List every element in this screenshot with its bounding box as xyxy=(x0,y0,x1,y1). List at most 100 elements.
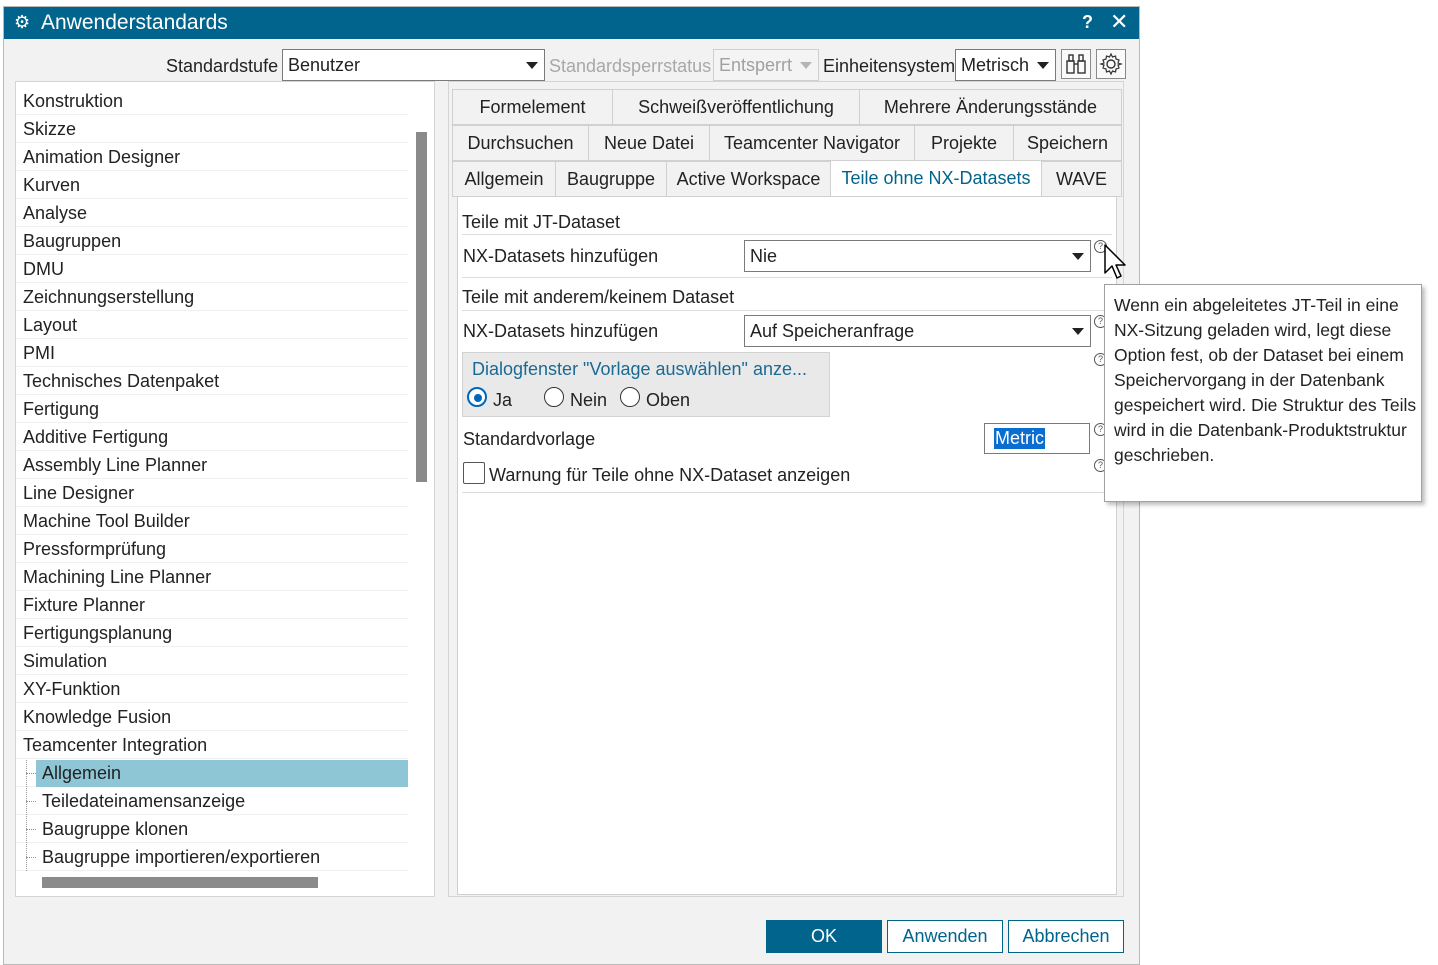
einheitensystem-label: Einheitensystem xyxy=(823,56,956,76)
tab-wave[interactable]: WAVE xyxy=(1041,161,1122,197)
standardstufe-dropdown[interactable]: Benutzer xyxy=(282,49,545,81)
tab-projekte[interactable]: Projekte xyxy=(914,125,1014,161)
tab-mehrere-aenderungsstaende[interactable]: Mehrere Änderungsstände xyxy=(859,89,1122,125)
radio-oben-label[interactable]: Oben xyxy=(646,390,690,411)
warning-checkbox-label[interactable]: Warnung für Teile ohne NX-Dataset anzeig… xyxy=(489,465,850,486)
other-add-datasets-dropdown[interactable]: Auf Speicheranfrage xyxy=(744,315,1091,347)
tree-item[interactable]: Fertigungsplanung xyxy=(16,620,408,647)
binoculars-button[interactable] xyxy=(1061,49,1091,79)
tree-child-item[interactable]: Teiledateinamensanzeige xyxy=(16,788,408,815)
tab-formelement[interactable]: Formelement xyxy=(452,89,613,125)
tree-item[interactable]: XY-Funktion xyxy=(16,676,408,703)
tree-item[interactable]: Line Designer xyxy=(16,480,408,507)
title-bar[interactable]: ⚙ Anwenderstandards ? ✕ xyxy=(4,7,1139,39)
standardstufe-value: Benutzer xyxy=(288,55,361,75)
other-add-datasets-value: Auf Speicheranfrage xyxy=(750,321,915,341)
tab-durchsuchen[interactable]: Durchsuchen xyxy=(452,125,589,161)
cancel-button[interactable]: Abbrechen xyxy=(1008,920,1124,953)
section-divider xyxy=(462,492,1112,493)
select-template-group-title[interactable]: Dialogfenster "Vorlage auswählen" anze..… xyxy=(472,359,807,380)
other-add-datasets-label: NX-Datasets hinzufügen xyxy=(463,321,659,341)
tree-item-label: Fixture Planner xyxy=(23,595,146,615)
template-input-value: Metric xyxy=(994,428,1045,449)
jt-add-datasets-label: NX-Datasets hinzufügen xyxy=(463,246,659,266)
tree-item[interactable]: Skizze xyxy=(16,116,408,143)
category-tree[interactable]: Konstruktion Skizze Animation Designer Kurv… xyxy=(15,81,435,897)
tree-item[interactable]: DMU xyxy=(16,256,408,283)
tree-vertical-scrollbar[interactable] xyxy=(416,132,427,482)
help-button[interactable]: ? xyxy=(1082,12,1093,33)
tab-allgemein[interactable]: Allgemein xyxy=(452,161,556,197)
tree-item-label: Machining Line Planner xyxy=(23,567,212,587)
tab-speichern[interactable]: Speichern xyxy=(1013,125,1122,161)
settings-button[interactable] xyxy=(1096,49,1126,79)
tree-connector xyxy=(26,857,36,858)
tree-child-item-label: Allgemein xyxy=(42,763,122,783)
ok-button[interactable]: OK xyxy=(766,920,882,953)
close-button[interactable]: ✕ xyxy=(1110,9,1128,35)
tree-item[interactable]: Kurven xyxy=(16,172,408,199)
tab-teile-ohne-nx-datasets[interactable]: Teile ohne NX-Datasets xyxy=(830,160,1042,198)
tree-child-item[interactable]: Baugruppe klonen xyxy=(16,816,408,843)
tree-item[interactable]: Assembly Line Planner xyxy=(16,452,408,479)
chevron-down-icon xyxy=(1072,328,1084,335)
tree-item[interactable]: Zeichnungserstellung xyxy=(16,284,408,311)
sperrstatus-dropdown: Entsperrt xyxy=(713,49,819,81)
tab-teamcenter-navigator[interactable]: Teamcenter Navigator xyxy=(709,125,915,161)
tab-schweissveroeffentlichung[interactable]: Schweißveröffentlichung xyxy=(612,89,860,125)
radio-nein-label[interactable]: Nein xyxy=(570,390,607,411)
radio-ja[interactable] xyxy=(467,387,487,407)
tab-active-workspace[interactable]: Active Workspace xyxy=(666,161,831,197)
warning-checkbox[interactable] xyxy=(463,462,485,484)
tree-item[interactable]: Technisches Datenpaket xyxy=(16,368,408,395)
tree-item-label: PMI xyxy=(23,343,56,363)
tree-item[interactable]: Fixture Planner xyxy=(16,592,408,619)
tree-item[interactable]: Teamcenter Integration xyxy=(16,732,408,759)
tab-baugruppe[interactable]: Baugruppe xyxy=(555,161,667,197)
tree-item-label: Skizze xyxy=(23,119,77,139)
sperrstatus-value: Entsperrt xyxy=(719,55,793,75)
tree-item-label: Zeichnungserstellung xyxy=(23,287,195,307)
tree-item[interactable]: Pressformprüfung xyxy=(16,536,408,563)
tree-item[interactable]: Additive Fertigung xyxy=(16,424,408,451)
jt-add-datasets-dropdown[interactable]: Nie xyxy=(744,240,1091,272)
tree-item[interactable]: Animation Designer xyxy=(16,144,408,171)
tree-horizontal-scrollbar[interactable] xyxy=(42,877,318,888)
apply-button[interactable]: Anwenden xyxy=(887,920,1003,953)
chevron-down-icon xyxy=(1037,62,1049,69)
tree-item-label: Technisches Datenpaket xyxy=(23,371,220,391)
tree-item[interactable]: Simulation xyxy=(16,648,408,675)
tree-child-item[interactable]: Allgemein xyxy=(16,760,408,787)
dialog-title: Anwenderstandards xyxy=(41,11,228,34)
tree-item[interactable]: Machine Tool Builder xyxy=(16,508,408,535)
tree-item-label: Pressformprüfung xyxy=(23,539,167,559)
einheitensystem-dropdown[interactable]: Metrisch xyxy=(955,49,1056,81)
binoculars-icon xyxy=(1066,54,1086,74)
radio-nein[interactable] xyxy=(544,387,564,407)
section-divider xyxy=(462,310,1112,311)
tree-item-label: Baugruppen xyxy=(23,231,122,251)
tree-item-label: Knowledge Fusion xyxy=(23,707,172,727)
help-tooltip: Wenn ein abgeleitetes JT-Teil in eine NX… xyxy=(1104,284,1422,502)
tree-item[interactable]: Baugruppen xyxy=(16,228,408,255)
help-tooltip-text: Wenn ein abgeleitetes JT-Teil in eine NX… xyxy=(1114,295,1417,465)
tree-item[interactable]: Fertigung xyxy=(16,396,408,423)
tree-child-item[interactable]: Baugruppe importieren/exportieren xyxy=(16,844,408,871)
tree-item-label: DMU xyxy=(23,259,64,279)
template-input[interactable]: Metric xyxy=(984,423,1090,454)
chevron-down-icon xyxy=(800,62,812,69)
tree-item-label: Line Designer xyxy=(23,483,135,503)
tree-item-label: Assembly Line Planner xyxy=(23,455,208,475)
tab-neue-datei[interactable]: Neue Datei xyxy=(588,125,710,161)
section-jt-dataset-title: Teile mit JT-Dataset xyxy=(462,212,621,232)
tree-item[interactable]: Knowledge Fusion xyxy=(16,704,408,731)
tree-item[interactable]: Konstruktion xyxy=(16,88,408,115)
tree-item[interactable]: Layout xyxy=(16,312,408,339)
radio-ja-label[interactable]: Ja xyxy=(493,390,512,411)
radio-oben[interactable] xyxy=(620,387,640,407)
tree-item-label: Simulation xyxy=(23,651,108,671)
tree-item[interactable]: Machining Line Planner xyxy=(16,564,408,591)
tree-item[interactable]: Analyse xyxy=(16,200,408,227)
tree-item[interactable]: PMI xyxy=(16,340,408,367)
tree-item-label: Machine Tool Builder xyxy=(23,511,190,531)
